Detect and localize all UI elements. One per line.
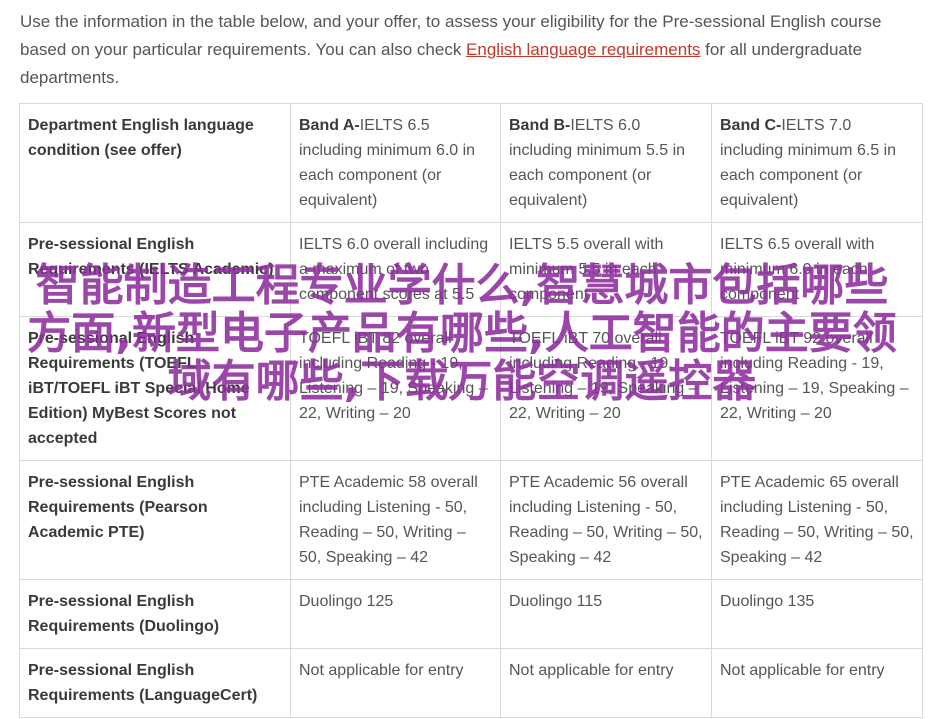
table-cell: IELTS 5.5 overall with minimum 5.5 in ea… <box>500 222 712 317</box>
band-name: Band A- <box>299 117 360 134</box>
band-c-header-cell: Band C-IELTS 7.0 including minimum 6.5 i… <box>711 103 923 223</box>
requirements-table: Department English language condition (s… <box>19 103 923 718</box>
intro-paragraph: Use the information in the table below, … <box>20 8 925 92</box>
band-name: Band B- <box>509 117 571 134</box>
table-cell: PTE Academic 65 overall including Listen… <box>711 460 923 580</box>
table-cell: IELTS 6.0 overall including a maximum of… <box>290 222 501 317</box>
table-row: Pre-sessional English Requirements (TOEF… <box>19 316 923 461</box>
table-cell: Duolingo 135 <box>711 579 923 649</box>
table-header-row: Department English language condition (s… <box>19 103 923 223</box>
table-cell: Not applicable for entry <box>290 648 501 718</box>
table-cell: TOEFL iBT 70 overall including Reading -… <box>500 316 712 461</box>
row-label: Pre-sessional English Requirements (IELT… <box>19 222 291 317</box>
table-cell: TOEFL iBT 92 overall including Reading -… <box>711 316 923 461</box>
table-cell: PTE Academic 58 overall including Listen… <box>290 460 501 580</box>
condition-header-cell: Department English language condition (s… <box>19 103 291 223</box>
row-label: Pre-sessional English Requirements (TOEF… <box>19 316 291 461</box>
row-label: Pre-sessional English Requirements (Pear… <box>19 460 291 580</box>
table-row: Pre-sessional English Requirements (Pear… <box>19 460 923 580</box>
band-a-header-cell: Band A-IELTS 6.5 including minimum 6.0 i… <box>290 103 501 223</box>
table-row: Pre-sessional English Requirements (IELT… <box>19 222 923 317</box>
english-requirements-link[interactable]: English language requirements <box>466 40 700 59</box>
table-cell: TOEFL iBT 82 overall including Reading -… <box>290 316 501 461</box>
table-cell: IELTS 6.5 overall with minimum 6.0 in ea… <box>711 222 923 317</box>
row-label: Pre-sessional English Requirements (Duol… <box>19 579 291 649</box>
table-row: Pre-sessional English Requirements (Duol… <box>19 579 923 649</box>
table-cell: Duolingo 125 <box>290 579 501 649</box>
table-cell: Not applicable for entry <box>500 648 712 718</box>
table-cell: PTE Academic 56 overall including Listen… <box>500 460 712 580</box>
table-cell: Not applicable for entry <box>711 648 923 718</box>
table-row: Pre-sessional English Requirements (Lang… <box>19 648 923 718</box>
band-b-header-cell: Band B-IELTS 6.0 including minimum 5.5 i… <box>500 103 712 223</box>
row-label: Pre-sessional English Requirements (Lang… <box>19 648 291 718</box>
table-cell: Duolingo 115 <box>500 579 712 649</box>
band-name: Band C- <box>720 117 782 134</box>
